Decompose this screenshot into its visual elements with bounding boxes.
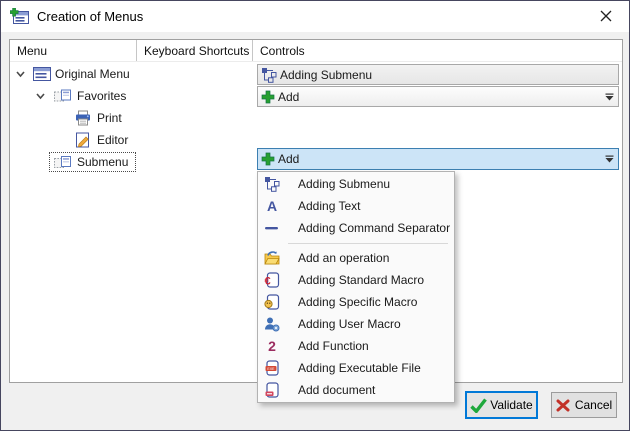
tree-item-editor[interactable]: Editor bbox=[10, 129, 250, 151]
svg-text:EXE: EXE bbox=[267, 367, 275, 371]
menu-item-add-function[interactable]: 2 Add Function bbox=[258, 335, 454, 357]
executable-file-icon: EXE bbox=[264, 360, 280, 376]
favorites-add-dropdown[interactable]: Add bbox=[257, 86, 619, 107]
menu-item-adding-user-macro[interactable]: Adding User Macro bbox=[258, 313, 454, 335]
cancel-label: Cancel bbox=[575, 398, 612, 412]
tree-item-submenu[interactable]: Submenu bbox=[10, 151, 250, 173]
control-label: Adding Submenu bbox=[280, 68, 372, 82]
title-bar: Creation of Menus bbox=[1, 1, 629, 32]
tree-selection-focus[interactable]: Submenu bbox=[49, 152, 136, 172]
x-icon bbox=[556, 399, 570, 412]
print-icon bbox=[75, 111, 91, 126]
tree-item-original-menu[interactable]: Original Menu bbox=[10, 63, 250, 85]
menu-item-adding-command-separator[interactable]: Adding Command Separator bbox=[258, 217, 454, 239]
tree-item-label[interactable]: Submenu bbox=[77, 155, 128, 169]
check-icon bbox=[470, 398, 487, 413]
validate-label: Validate bbox=[490, 398, 532, 412]
submenu-node-icon bbox=[54, 90, 71, 103]
menu-item-add-document[interactable]: Add document bbox=[258, 379, 454, 401]
grid-header: Menu Keyboard Shortcuts Controls bbox=[10, 40, 622, 62]
svg-text:A: A bbox=[267, 198, 277, 214]
user-macro-icon bbox=[264, 316, 280, 332]
adding-submenu-button[interactable]: Adding Submenu bbox=[257, 64, 619, 85]
close-icon bbox=[600, 10, 612, 22]
submenu-add-dropdown[interactable]: Add bbox=[257, 148, 619, 170]
control-label: Add bbox=[278, 152, 299, 166]
menu-separator bbox=[258, 239, 454, 247]
tree-item-print[interactable]: Print bbox=[10, 107, 250, 129]
text-a-icon: A bbox=[264, 198, 280, 214]
column-header-keyboard-shortcuts[interactable]: Keyboard Shortcuts bbox=[137, 40, 253, 61]
chevron-down-icon[interactable] bbox=[35, 91, 46, 102]
editor-icon bbox=[75, 133, 90, 148]
menu-item-adding-executable-file[interactable]: EXE Adding Executable File bbox=[258, 357, 454, 379]
menu-item-adding-text[interactable]: A Adding Text bbox=[258, 195, 454, 217]
close-button[interactable] bbox=[583, 1, 629, 31]
add-dropdown-menu: Adding Submenu A Adding Text Adding Comm… bbox=[257, 171, 455, 403]
menu-item-adding-specific-macro[interactable]: Adding Specific Macro bbox=[258, 291, 454, 313]
svg-text:2: 2 bbox=[268, 338, 276, 354]
menu-item-adding-submenu[interactable]: Adding Submenu bbox=[258, 173, 454, 195]
cancel-button[interactable]: Cancel bbox=[551, 392, 617, 418]
svg-text:€: € bbox=[265, 276, 271, 288]
validate-button[interactable]: Validate bbox=[465, 391, 538, 419]
column-header-menu[interactable]: Menu bbox=[10, 40, 137, 61]
menu-item-adding-standard-macro[interactable]: € Adding Standard Macro bbox=[258, 269, 454, 291]
creation-of-menus-dialog: Creation of Menus Menu Keyboard Shortcut… bbox=[0, 0, 630, 431]
specific-macro-icon bbox=[264, 294, 280, 310]
function-2-icon: 2 bbox=[264, 338, 280, 354]
control-label: Add bbox=[278, 90, 299, 104]
dropdown-arrow-icon bbox=[605, 93, 614, 101]
submenu-hierarchy-icon bbox=[261, 67, 277, 83]
document-tag-icon bbox=[264, 382, 280, 398]
separator-line-icon bbox=[264, 220, 280, 236]
dialog-title: Creation of Menus bbox=[37, 9, 143, 24]
submenu-node-icon bbox=[54, 156, 71, 169]
dropdown-arrow-icon bbox=[605, 155, 614, 163]
standard-macro-icon: € bbox=[264, 272, 280, 288]
tree-item-label[interactable]: Print bbox=[97, 111, 122, 125]
tree-item-label[interactable]: Favorites bbox=[77, 89, 126, 103]
tree-item-favorites[interactable]: Favorites bbox=[10, 85, 250, 107]
operation-folder-icon bbox=[264, 250, 280, 266]
column-header-controls[interactable]: Controls bbox=[253, 40, 622, 61]
menu-add-icon bbox=[10, 8, 30, 25]
add-plus-icon bbox=[261, 90, 275, 104]
add-plus-icon bbox=[261, 152, 275, 166]
tree-item-label[interactable]: Original Menu bbox=[55, 67, 130, 81]
submenu-hierarchy-icon bbox=[264, 176, 280, 192]
menu-icon bbox=[33, 67, 51, 81]
chevron-down-icon[interactable] bbox=[15, 69, 26, 80]
menu-item-add-an-operation[interactable]: Add an operation bbox=[258, 247, 454, 269]
tree-item-label[interactable]: Editor bbox=[97, 133, 128, 147]
